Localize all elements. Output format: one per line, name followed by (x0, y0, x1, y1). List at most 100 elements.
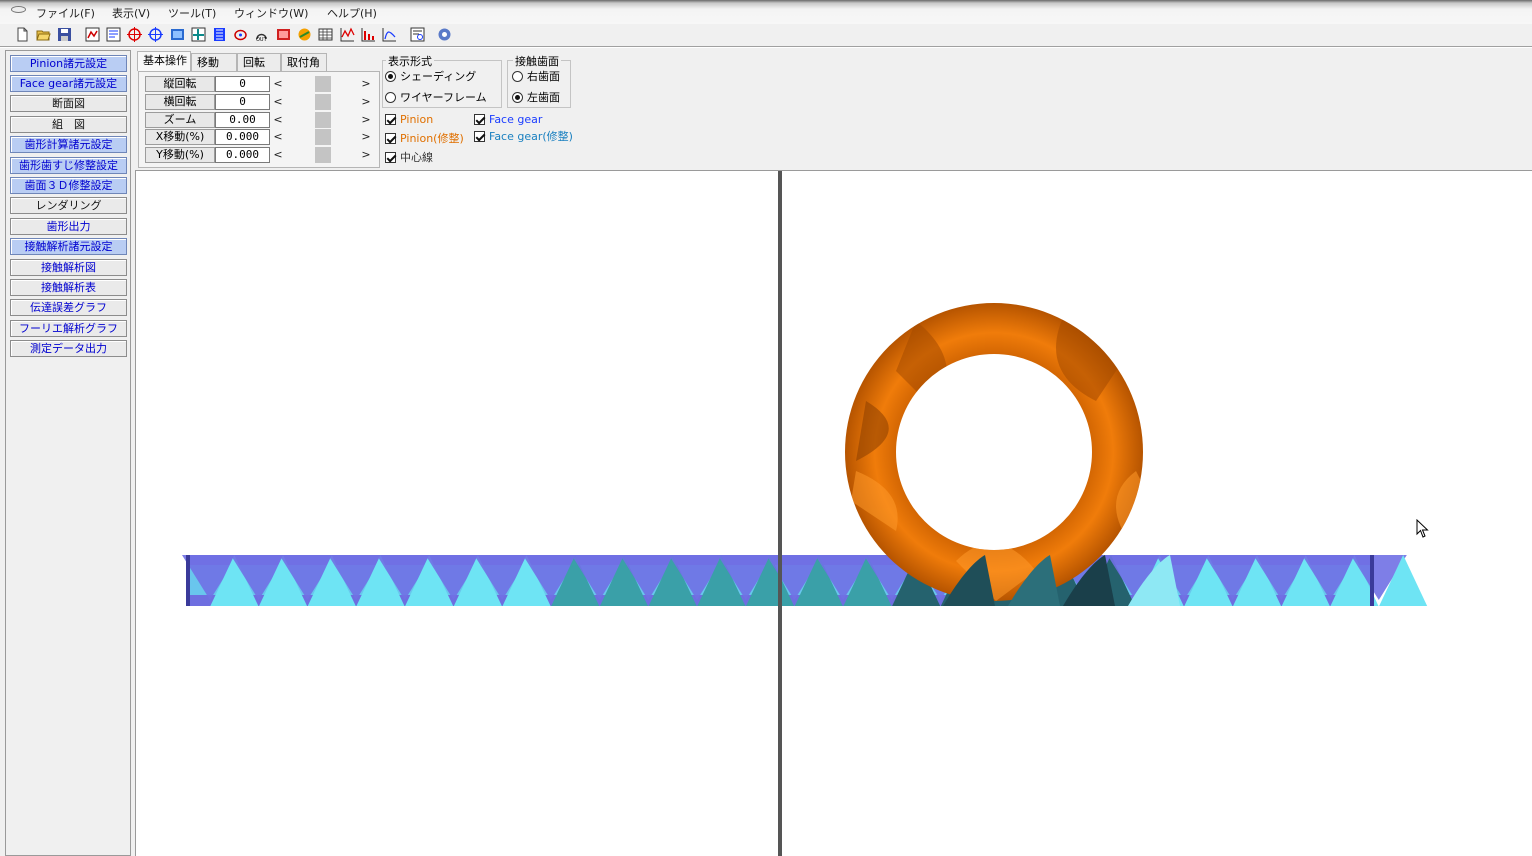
nav-profile-lead-mod-button[interactable]: 歯形歯すじ修整設定 (10, 157, 127, 174)
horizontal-rotation-input[interactable]: 0 (215, 94, 270, 110)
pinion-checkbox[interactable]: Pinion (385, 113, 433, 127)
table-icon[interactable] (318, 27, 333, 42)
section-view-icon[interactable] (170, 27, 185, 42)
x-move-slider[interactable]: < > (273, 129, 373, 145)
slider-thumb[interactable] (315, 129, 331, 145)
zoom-slider[interactable]: < > (273, 112, 373, 128)
gear-scene[interactable] (136, 171, 1532, 856)
rotate-3d-icon[interactable] (233, 27, 248, 42)
nav-transmission-error-button[interactable]: 伝達誤差グラフ (10, 299, 127, 316)
face-gear-edge (1370, 555, 1374, 606)
toolbar-separator (0, 46, 1532, 48)
nav-measurement-output-button[interactable]: 測定データ出力 (10, 340, 127, 357)
app-icon[interactable] (11, 6, 26, 13)
menu-tools[interactable]: ツール(T) (168, 5, 216, 21)
nav-contact-spec-button[interactable]: 接触解析諸元設定 (10, 238, 127, 255)
horizontal-rotation-label: 横回転 (145, 94, 215, 110)
render-icon[interactable] (276, 27, 291, 42)
right-face-radio[interactable]: 右歯面 (512, 70, 560, 84)
x-move-input[interactable]: 0.000 (215, 129, 270, 145)
slider-thumb[interactable] (315, 147, 331, 163)
face-gear-checkbox[interactable]: Face gear (474, 113, 542, 127)
viewport-divider[interactable] (778, 171, 782, 856)
arrow-right-icon[interactable]: > (361, 94, 371, 110)
zoom-input[interactable]: 0.00 (215, 112, 270, 128)
menu-view[interactable]: 表示(V) (112, 5, 150, 21)
arrow-right-icon[interactable]: > (361, 147, 371, 163)
radio-unselected-icon[interactable] (512, 71, 523, 82)
y-move-slider[interactable]: < > (273, 147, 373, 163)
face-gear-edge (186, 555, 190, 606)
menu-help[interactable]: ヘルプ(H) (327, 5, 377, 21)
crosshair-icon[interactable] (148, 27, 163, 42)
arrow-right-icon[interactable]: > (361, 76, 371, 92)
nav-rendering-button[interactable]: レンダリング (10, 197, 127, 214)
menu-file[interactable]: ファイル(F) (36, 5, 95, 21)
nav-assembly-button[interactable]: 組 図 (10, 116, 127, 133)
nav-pinion-spec-button[interactable]: Pinion諸元設定 (10, 55, 127, 72)
nav-fourier-button[interactable]: フーリエ解析グラフ (10, 320, 127, 337)
shading-label: シェーディング (400, 70, 477, 83)
center-line-checkbox[interactable]: 中心線 (385, 151, 433, 165)
menu-window[interactable]: ウィンドウ(W) (234, 5, 308, 21)
bar-graph-icon[interactable] (361, 27, 376, 42)
measurement-icon[interactable] (382, 27, 397, 42)
checkbox-checked-icon[interactable] (385, 133, 396, 144)
about-icon[interactable] (437, 27, 452, 42)
checkbox-checked-icon[interactable] (385, 114, 396, 125)
face-gear-mod-checkbox[interactable]: Face gear(修整) (474, 130, 573, 144)
shading-radio[interactable]: シェーディング (385, 70, 476, 84)
pinion-label: Pinion (400, 113, 434, 126)
assembly-view-icon[interactable] (191, 27, 206, 42)
arrow-left-icon[interactable]: < (273, 94, 283, 110)
checkbox-checked-icon[interactable] (385, 152, 396, 163)
contact-pattern-icon[interactable] (297, 27, 312, 42)
arrow-left-icon[interactable]: < (273, 129, 283, 145)
horizontal-rotation-slider[interactable]: < > (273, 94, 373, 110)
nav-contact-diagram-button[interactable]: 接触解析図 (10, 259, 127, 276)
slider-thumb[interactable] (315, 76, 331, 92)
target-icon[interactable] (127, 27, 142, 42)
arrow-left-icon[interactable]: < (273, 147, 283, 163)
face-gear-spec-icon[interactable] (106, 27, 121, 42)
wireframe-radio[interactable]: ワイヤーフレーム (385, 91, 487, 105)
radio-unselected-icon[interactable] (385, 92, 396, 103)
tab-basic[interactable]: 基本操作 (137, 51, 191, 71)
arrow-right-icon[interactable]: > (361, 112, 371, 128)
vertical-rotation-label: 縦回転 (145, 76, 215, 92)
nav-contact-table-button[interactable]: 接触解析表 (10, 279, 127, 296)
arrow-left-icon[interactable]: < (273, 112, 283, 128)
pinion-mod-checkbox[interactable]: Pinion(修整) (385, 132, 464, 146)
nav-tooth-calc-spec-button[interactable]: 歯形計算諸元設定 (10, 136, 127, 153)
nav-cross-section-button[interactable]: 断面図 (10, 95, 127, 112)
contact-face-title: 接触歯面 (513, 53, 561, 69)
tooth-profile-icon[interactable] (212, 27, 227, 42)
checkbox-checked-icon[interactable] (474, 131, 485, 142)
tab-move[interactable]: 移動 (191, 53, 237, 71)
new-file-icon[interactable] (15, 27, 30, 42)
gear-spec-icon[interactable] (85, 27, 100, 42)
save-icon[interactable] (57, 27, 72, 42)
arrow-right-icon[interactable]: > (361, 129, 371, 145)
slider-thumb[interactable] (315, 112, 331, 128)
tab-mount-angle[interactable]: 取付角 (281, 53, 327, 71)
vertical-rotation-slider[interactable]: < > (273, 76, 373, 92)
open-folder-icon[interactable] (36, 27, 51, 42)
nav-tooth-output-button[interactable]: 歯形出力 (10, 218, 127, 235)
vertical-rotation-input[interactable]: 0 (215, 76, 270, 92)
print-preview-icon[interactable] (410, 27, 425, 42)
output-icon[interactable]: OUT (254, 27, 269, 42)
render-viewport[interactable] (135, 170, 1532, 856)
line-graph-icon[interactable] (340, 27, 355, 42)
face-gear-mod-label: Face gear(修整) (489, 130, 573, 143)
nav-face-gear-spec-button[interactable]: Face gear諸元設定 (10, 75, 127, 92)
left-face-radio[interactable]: 左歯面 (512, 91, 560, 105)
checkbox-checked-icon[interactable] (474, 114, 485, 125)
radio-selected-icon[interactable] (385, 71, 396, 82)
tab-rotate[interactable]: 回転 (237, 53, 281, 71)
radio-selected-icon[interactable] (512, 92, 523, 103)
slider-thumb[interactable] (315, 94, 331, 110)
nav-3d-mod-button[interactable]: 歯面３Ｄ修整設定 (10, 177, 127, 194)
arrow-left-icon[interactable]: < (273, 76, 283, 92)
y-move-input[interactable]: 0.000 (215, 147, 270, 163)
